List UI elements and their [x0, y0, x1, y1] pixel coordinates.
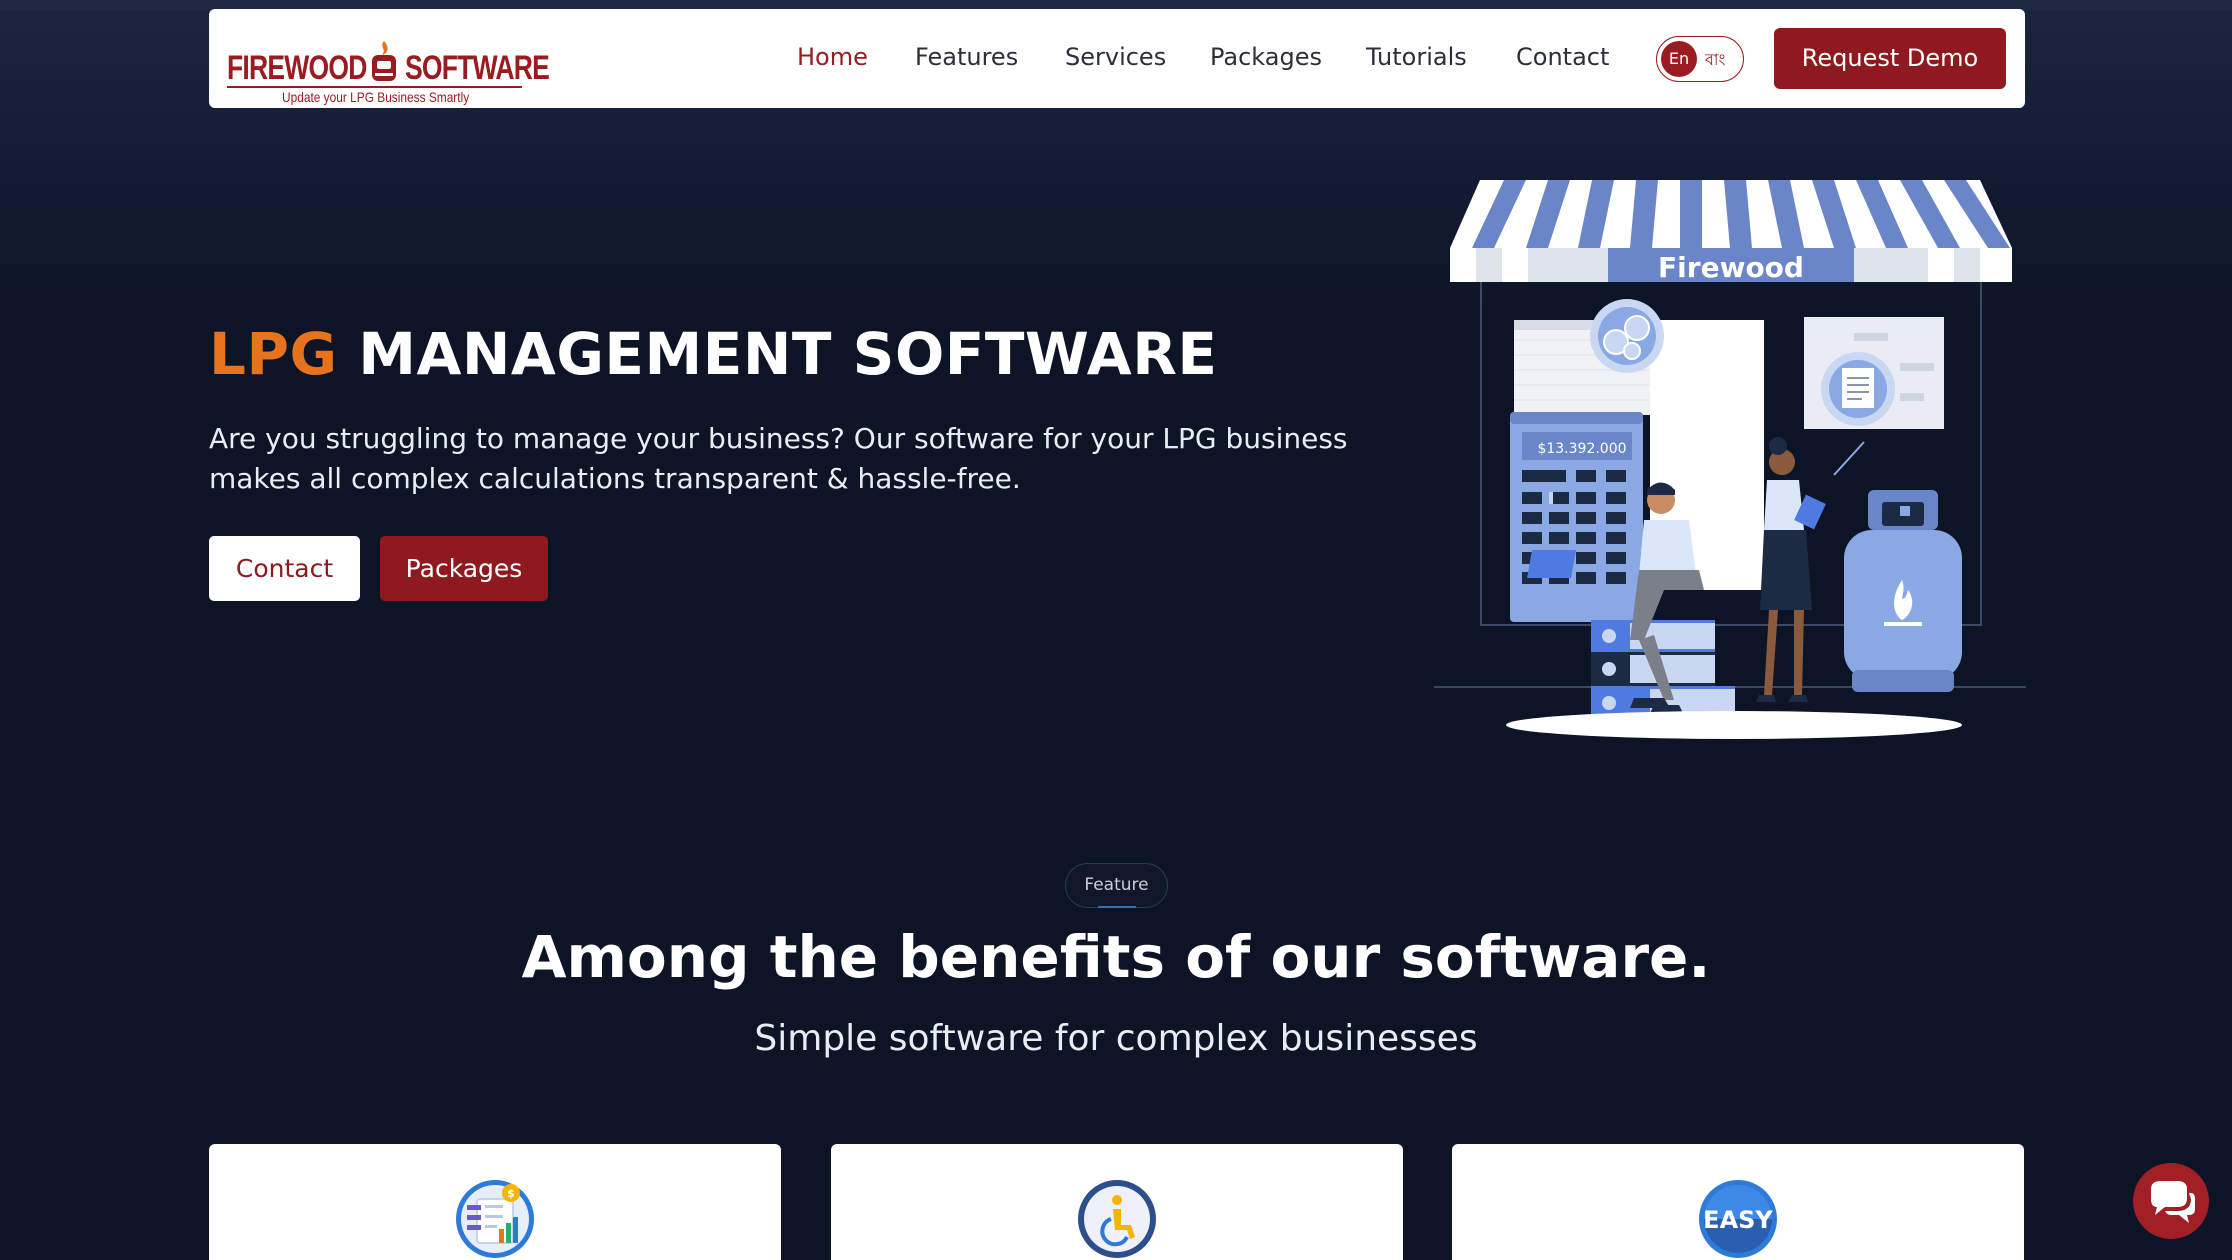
request-demo-button[interactable]: Request Demo: [1774, 28, 2006, 89]
report-chart-icon: $: [456, 1180, 534, 1258]
lpg-shop-illustration: Firewood $13.392.000: [1434, 180, 2026, 739]
nav-services[interactable]: Services: [1065, 43, 1166, 71]
lang-bn-option[interactable]: বাং: [1705, 47, 1725, 74]
nav-home[interactable]: Home: [797, 43, 868, 71]
feature-card: $: [209, 1144, 781, 1260]
lang-en-option[interactable]: En: [1661, 41, 1697, 77]
hero-title-accent: LPG: [209, 320, 338, 388]
feature-badge-underline: [1098, 906, 1136, 908]
contact-button[interactable]: Contact: [209, 536, 360, 601]
packages-button[interactable]: Packages: [380, 536, 548, 601]
feature-card: [831, 1144, 1403, 1260]
svg-text:$: $: [507, 1187, 515, 1200]
chat-icon: [2151, 1181, 2195, 1223]
page: FIREWOOD SOFTWARE Update your LPG Busine…: [0, 0, 2232, 1260]
feature-badge: Feature: [1065, 863, 1168, 908]
accessibility-icon: [1078, 1180, 1156, 1258]
hero-title: LPG MANAGEMENT SOFTWARE: [209, 320, 1217, 388]
chat-button[interactable]: [2133, 1163, 2209, 1239]
hero-title-rest: MANAGEMENT SOFTWARE: [358, 320, 1218, 388]
nav-packages[interactable]: Packages: [1210, 43, 1322, 71]
main-nav: Home Features Services Packages Tutorial…: [209, 9, 2025, 108]
navbar: FIREWOOD SOFTWARE Update your LPG Busine…: [209, 9, 2025, 108]
hero-description: Are you struggling to manage your busine…: [209, 422, 1348, 495]
easy-badge-text: EASY: [1703, 1206, 1773, 1234]
awning-text: Firewood: [1658, 251, 1804, 284]
nav-features[interactable]: Features: [915, 43, 1018, 71]
section-title: Among the benefits of our software.: [521, 923, 1711, 991]
calculator-display: $13.392.000: [1537, 441, 1626, 457]
language-toggle[interactable]: En বাং: [1656, 36, 1744, 82]
easy-badge-icon: EASY: [1699, 1180, 1777, 1258]
feature-card: EASY: [1452, 1144, 2024, 1260]
section-subtitle: Simple software for complex businesses: [754, 1018, 1478, 1059]
nav-tutorials[interactable]: Tutorials: [1366, 43, 1467, 71]
nav-contact[interactable]: Contact: [1516, 43, 1609, 71]
